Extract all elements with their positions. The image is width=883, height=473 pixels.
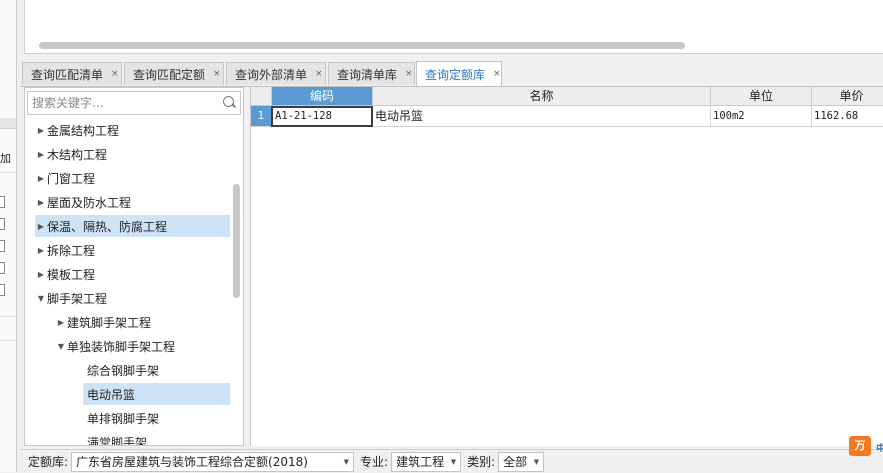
horizontal-scrollbar[interactable]	[39, 42, 685, 49]
tree-item[interactable]: ▶ 门窗工程	[35, 167, 95, 189]
tree-item-leaf[interactable]: 单排钢脚手架	[87, 407, 159, 429]
close-icon[interactable]: ×	[213, 69, 223, 79]
left-pane-edge: 加	[0, 0, 17, 472]
tree-item-label: 模板工程	[47, 267, 96, 282]
filter-bar: 定额库: 广东省房屋建筑与装饰工程综合定额(2018) ▼ 专业: 建筑工程 ▼ 类…	[20, 449, 883, 473]
close-icon[interactable]: ×	[111, 69, 121, 79]
chevron-right-icon[interactable]: ▶	[35, 126, 47, 135]
quota-library-value: 广东省房屋建筑与装饰工程综合定额(2018)	[76, 455, 308, 469]
tree-item[interactable]: ▶ 建筑脚手架工程	[55, 311, 151, 333]
tree-item-highlighted[interactable]: ▶ 保温、隔热、防腐工程	[35, 215, 230, 237]
quota-library-select[interactable]: 广东省房屋建筑与装饰工程综合定额(2018) ▼	[71, 451, 355, 472]
chevron-right-icon[interactable]: ▶	[35, 198, 47, 207]
close-icon[interactable]: ×	[315, 69, 325, 79]
checkbox[interactable]	[0, 262, 5, 274]
tab-match-list[interactable]: 查询匹配清单 ×	[22, 62, 122, 85]
tab-label: 查询外部清单	[235, 67, 308, 82]
tab-label: 查询匹配定额	[133, 67, 206, 82]
cell-unit[interactable]: 100m2	[711, 106, 812, 127]
chevron-down-icon: ▼	[343, 457, 350, 466]
top-pane	[24, 0, 883, 54]
tree-item-label: 金属结构工程	[47, 123, 120, 138]
tree-item-label: 单独装饰脚手架工程	[67, 339, 176, 354]
chevron-right-icon[interactable]: ▶	[35, 222, 47, 231]
column-header-unit[interactable]: 单位	[711, 87, 812, 106]
app-logo-icon[interactable]: 万	[849, 436, 871, 456]
chevron-right-icon[interactable]: ▶	[35, 150, 47, 159]
major-value: 建筑工程	[396, 455, 445, 469]
major-label: 专业:	[360, 455, 389, 469]
divider	[0, 316, 16, 317]
tab-quota-library[interactable]: 查询定额库 ×	[416, 61, 502, 86]
column-header-price[interactable]: 单价	[812, 87, 883, 106]
tree-item-leaf[interactable]: 满堂脚手架	[87, 431, 147, 446]
category-label: 类别:	[467, 455, 496, 469]
tree-item-leaf[interactable]: 综合钢脚手架	[87, 359, 159, 381]
tree-item[interactable]: ▼ 脚手架工程	[35, 287, 107, 309]
chevron-right-icon[interactable]: ▶	[35, 270, 47, 279]
left-pane-header	[0, 118, 16, 129]
tree-item-label: 建筑脚手架工程	[67, 315, 152, 330]
tab-match-quota[interactable]: 查询匹配定额 ×	[124, 62, 224, 85]
tree-item-label: 单排钢脚手架	[87, 411, 160, 426]
cell-price[interactable]: 1162.68	[812, 106, 883, 127]
tree-item-label: 门窗工程	[47, 171, 96, 186]
tree-item-selected[interactable]: 电动吊篮	[83, 383, 230, 405]
tree-item[interactable]: ▼ 单独装饰脚手架工程	[55, 335, 175, 357]
tree-item[interactable]: ▶ 金属结构工程	[35, 119, 119, 141]
tree-item[interactable]: ▶ 屋面及防水工程	[35, 191, 131, 213]
tree-item-label: 脚手架工程	[47, 291, 108, 306]
checkbox[interactable]	[0, 218, 5, 230]
chevron-down-icon[interactable]: ▼	[35, 294, 47, 303]
quota-result-grid: 编码 名称 单位 单价 1 A1-21-128 电动吊篮 100m2 1162.…	[250, 87, 883, 446]
cell-name[interactable]: 电动吊篮	[373, 106, 711, 127]
divider	[0, 340, 16, 341]
search-icon[interactable]	[223, 96, 234, 107]
tree-item-label: 综合钢脚手架	[87, 363, 160, 378]
tab-label: 查询清单库	[337, 67, 398, 82]
quota-library-label: 定额库:	[28, 455, 69, 469]
cell-code[interactable]: A1-21-128	[271, 106, 373, 127]
divider	[0, 172, 16, 173]
tab-label: 查询匹配清单	[31, 67, 104, 82]
close-icon[interactable]: ×	[405, 69, 414, 79]
tree-item[interactable]: ▶ 模板工程	[35, 263, 95, 285]
category-tree-panel: ▶金属结构工程 ▶木结构工程 ▶门窗工程 ▶屋面及防水工程 ▶保温、隔热、防腐工…	[24, 87, 244, 446]
tree-item[interactable]: ▶ 木结构工程	[35, 143, 107, 165]
tree-item-label: 拆除工程	[47, 243, 96, 258]
column-header-code[interactable]: 编码	[272, 87, 373, 106]
row-number[interactable]: 1	[251, 106, 271, 127]
tab-external-list[interactable]: 查询外部清单 ×	[226, 62, 326, 85]
tree-item[interactable]: ▶ 拆除工程	[35, 239, 95, 261]
checkbox[interactable]	[0, 240, 5, 252]
checkbox[interactable]	[0, 196, 5, 208]
tree-item-label: 保温、隔热、防腐工程	[47, 219, 168, 234]
left-pane-label: 加	[0, 152, 11, 165]
chevron-right-icon[interactable]: ▶	[35, 246, 47, 255]
column-header-name[interactable]: 名称	[373, 87, 711, 106]
tab-list-library[interactable]: 查询清单库 ×	[328, 62, 415, 85]
vertical-scrollbar[interactable]	[233, 184, 240, 298]
chevron-right-icon[interactable]: ▶	[55, 318, 67, 327]
chevron-right-icon[interactable]: ▶	[35, 174, 47, 183]
ime-indicator[interactable]: 中	[876, 440, 883, 452]
chevron-down-icon: ▼	[450, 457, 457, 466]
major-select[interactable]: 建筑工程 ▼	[391, 451, 462, 472]
chevron-down-icon[interactable]: ▼	[55, 342, 67, 351]
chevron-down-icon: ▼	[533, 457, 540, 466]
checkbox[interactable]	[0, 284, 5, 296]
close-icon[interactable]: ×	[493, 69, 501, 79]
tab-bar: 查询匹配清单 × 查询匹配定额 × 查询外部清单 × 查询清单库 × 查询定额库 ×	[20, 60, 883, 87]
tree-item-label: 木结构工程	[47, 147, 108, 162]
row-header-corner	[251, 87, 272, 106]
tree-item-label: 屋面及防水工程	[47, 195, 132, 210]
tree-item-label: 满堂脚手架	[87, 435, 148, 446]
tree-item-label: 电动吊篮	[87, 387, 136, 402]
search-input[interactable]	[27, 91, 241, 115]
category-value: 全部	[503, 455, 528, 469]
category-select[interactable]: 全部 ▼	[498, 451, 545, 472]
tab-label: 查询定额库	[425, 67, 486, 82]
